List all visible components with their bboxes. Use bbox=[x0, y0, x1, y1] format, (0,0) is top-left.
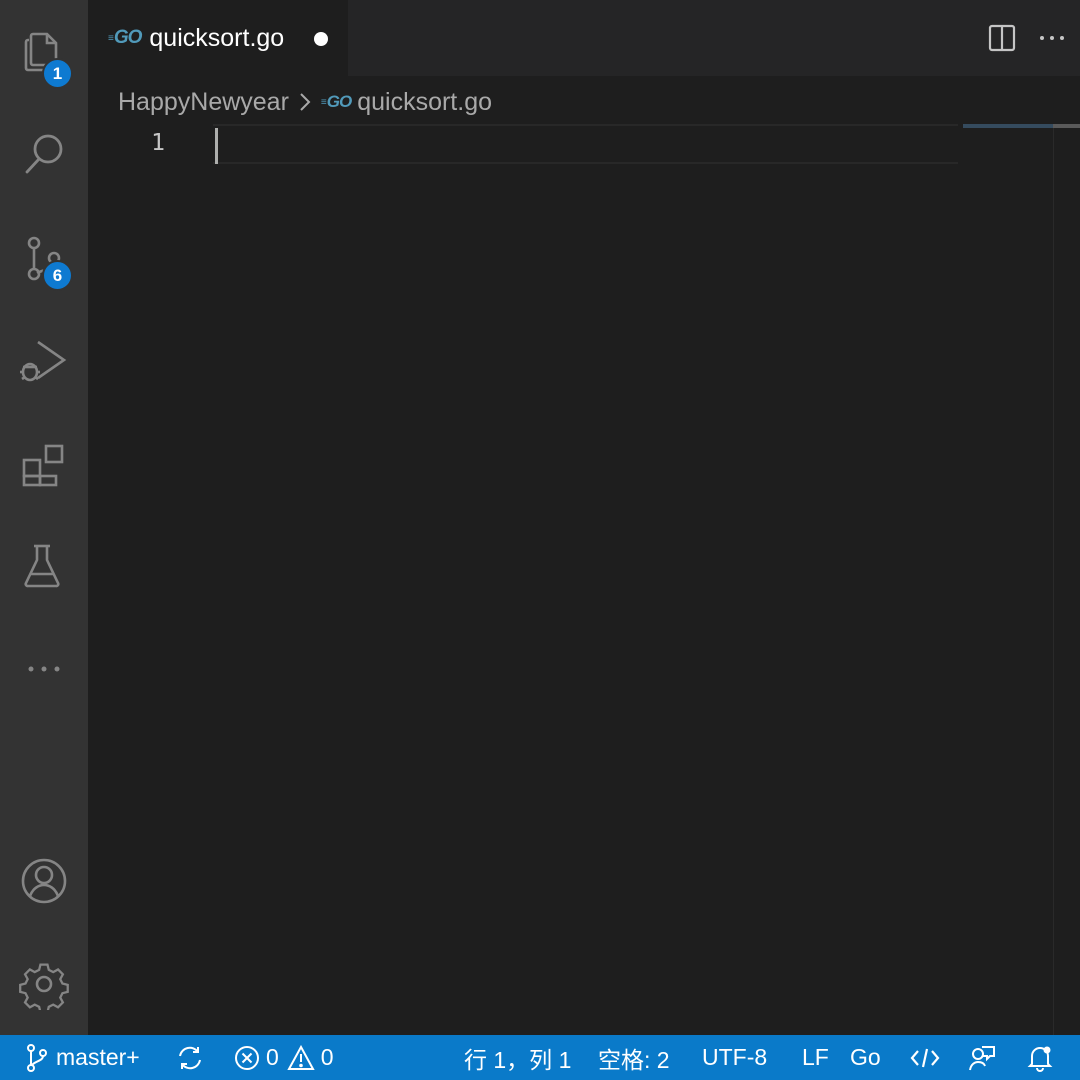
sync-icon bbox=[179, 1046, 201, 1069]
explorer-button[interactable]: 1 bbox=[0, 4, 88, 96]
tab-quicksort[interactable]: ≡ GO quicksort.go bbox=[88, 0, 348, 76]
notifications-button[interactable] bbox=[1026, 1035, 1054, 1080]
breadcrumb: HappyNewyear ≡ GO quicksort.go bbox=[118, 84, 492, 120]
source-control-badge: 6 bbox=[42, 260, 73, 291]
account-icon bbox=[21, 858, 67, 904]
problems-status[interactable]: 0 0 bbox=[234, 1035, 334, 1080]
error-count: 0 bbox=[266, 1044, 279, 1070]
tab-title: quicksort.go bbox=[149, 23, 285, 52]
beaker-icon bbox=[24, 544, 60, 588]
encoding[interactable]: UTF-8 bbox=[702, 1035, 767, 1080]
manage-button[interactable] bbox=[0, 938, 88, 1030]
more-actions-button[interactable] bbox=[1030, 16, 1074, 60]
tab-bar: ≡ GO quicksort.go bbox=[88, 0, 1080, 76]
end-of-line[interactable]: LF bbox=[802, 1035, 829, 1080]
breadcrumb-folder[interactable]: HappyNewyear bbox=[118, 88, 289, 117]
sync-button[interactable] bbox=[176, 1035, 204, 1080]
branch-name: master+ bbox=[56, 1044, 140, 1070]
feedback-button[interactable] bbox=[968, 1035, 996, 1080]
search-button[interactable] bbox=[0, 108, 88, 200]
warning-count: 0 bbox=[320, 1044, 334, 1070]
tab-actions bbox=[980, 0, 1080, 76]
vertical-scrollbar[interactable] bbox=[1053, 124, 1054, 1035]
extensions-button[interactable] bbox=[0, 418, 88, 510]
chevron-right-icon bbox=[297, 89, 313, 115]
code-editor[interactable] bbox=[213, 124, 958, 164]
minimap-slider[interactable] bbox=[963, 124, 1053, 128]
go-file-icon: ≡ GO bbox=[320, 92, 352, 111]
language-server-button[interactable] bbox=[910, 1035, 940, 1080]
editor-area: ≡ GO quicksort.go HappyNewyear ≡ GO quic… bbox=[88, 0, 1080, 1035]
language-mode[interactable]: Go bbox=[850, 1035, 881, 1080]
testing-button[interactable] bbox=[0, 520, 88, 612]
split-editor-icon bbox=[988, 24, 1016, 52]
split-editor-button[interactable] bbox=[980, 16, 1024, 60]
text-cursor bbox=[215, 128, 218, 164]
unsaved-dot-icon[interactable] bbox=[314, 32, 328, 46]
ellipsis-icon bbox=[28, 666, 60, 672]
more-views-button[interactable] bbox=[0, 622, 88, 714]
gear-icon bbox=[19, 963, 69, 1010]
line-number: 1 bbox=[151, 130, 165, 156]
extensions-icon bbox=[22, 444, 64, 487]
indentation[interactable]: 空格: 2 bbox=[598, 1035, 670, 1080]
breadcrumb-file-label: quicksort.go bbox=[357, 87, 493, 116]
branch-status[interactable]: master+ bbox=[24, 1035, 140, 1080]
run-debug-icon bbox=[20, 340, 67, 382]
warning-icon bbox=[287, 1044, 315, 1070]
git-branch-icon bbox=[27, 1043, 47, 1072]
bell-icon bbox=[1027, 1046, 1053, 1072]
cursor-position[interactable]: 行 1，列 1 bbox=[464, 1035, 571, 1080]
error-icon bbox=[235, 1045, 259, 1070]
run-debug-button[interactable] bbox=[0, 314, 88, 406]
status-bar: master+ 0 0 行 1，列 1 空格: 2 UTF-8 LF Go bbox=[0, 1035, 1080, 1080]
explorer-badge: 1 bbox=[42, 58, 73, 89]
search-icon bbox=[25, 134, 63, 174]
breadcrumb-file[interactable]: ≡ GO quicksort.go bbox=[321, 88, 492, 117]
activity-bar: 1 6 bbox=[0, 0, 88, 1035]
ellipsis-icon bbox=[1040, 36, 1064, 40]
code-brackets-icon bbox=[910, 1048, 940, 1067]
accounts-button[interactable] bbox=[0, 835, 88, 927]
source-control-button[interactable]: 6 bbox=[0, 212, 88, 304]
go-file-icon: ≡ GO bbox=[108, 27, 142, 48]
scrollbar-cursor-marker bbox=[1053, 124, 1080, 128]
feedback-person-icon bbox=[969, 1045, 995, 1070]
